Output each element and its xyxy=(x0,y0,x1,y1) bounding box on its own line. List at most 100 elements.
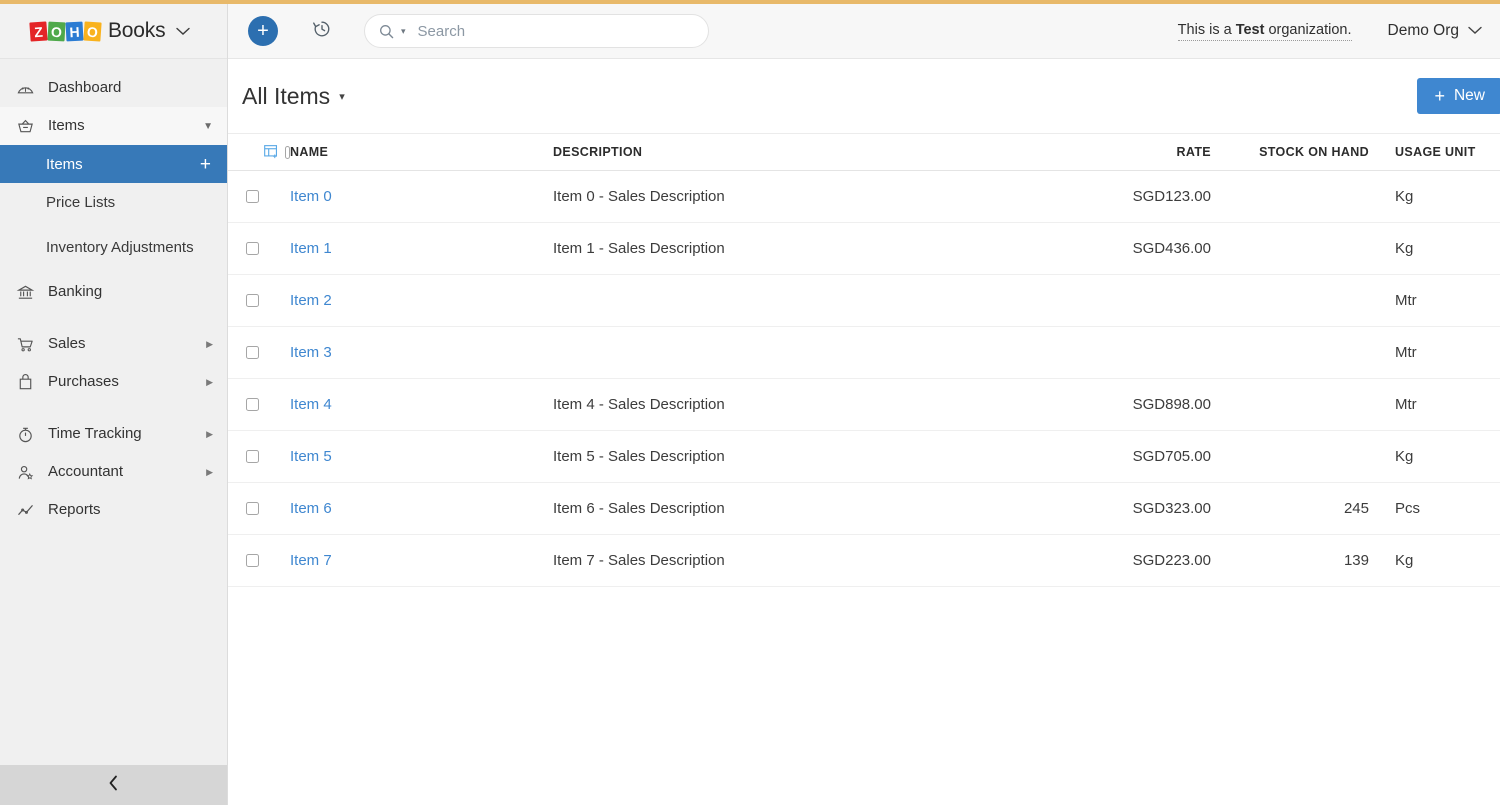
sidebar-item-price-lists[interactable]: Price Lists xyxy=(0,183,227,221)
cell-usage-unit: Pcs xyxy=(1383,482,1500,535)
logo-tile-h: H xyxy=(65,21,84,41)
zoho-logo: Z O H O Books xyxy=(29,19,166,43)
sidebar-item-time-tracking[interactable]: Time Tracking ▶ xyxy=(0,415,227,453)
item-name-link[interactable]: Item 3 xyxy=(290,344,332,361)
sidebar-item-banking[interactable]: Banking xyxy=(0,273,227,311)
cell-usage-unit: Kg xyxy=(1383,534,1500,587)
item-name-link[interactable]: Item 4 xyxy=(290,396,332,413)
top-accent-bar xyxy=(0,0,1500,4)
sidebar-collapse-button[interactable] xyxy=(0,765,227,805)
cell-name: Item 6 xyxy=(290,482,553,535)
row-select-cell xyxy=(228,534,290,587)
chevron-right-icon[interactable]: ▶ xyxy=(206,377,213,388)
chevron-right-icon[interactable]: ▶ xyxy=(206,467,213,478)
chevron-left-icon xyxy=(108,775,119,796)
row-checkbox[interactable] xyxy=(246,450,259,463)
zoho-logo-tiles: Z O H O xyxy=(29,20,102,42)
item-name-link[interactable]: Item 2 xyxy=(290,292,332,309)
header-rate[interactable]: RATE xyxy=(1023,133,1233,171)
table-row[interactable]: Item 6 Item 6 - Sales Description SGD323.0… xyxy=(228,482,1500,535)
history-button[interactable] xyxy=(309,18,335,44)
cell-usage-unit: Kg xyxy=(1383,430,1500,483)
row-checkbox[interactable] xyxy=(246,242,259,255)
cell-rate: SGD223.00 xyxy=(1023,534,1233,587)
history-clock-icon xyxy=(311,18,333,45)
cell-usage-unit: Mtr xyxy=(1383,274,1500,327)
test-organization-notice[interactable]: This is a Test organization. xyxy=(1177,22,1352,41)
time-tracking-stopwatch-icon xyxy=(14,423,36,445)
table-row[interactable]: Item 2 Mtr xyxy=(228,274,1500,327)
search-box[interactable]: ▾ xyxy=(364,14,709,48)
row-checkbox[interactable] xyxy=(246,294,259,307)
accountant-person-icon xyxy=(14,461,36,483)
sidebar-item-inventory-adjustments[interactable]: Inventory Adjustments xyxy=(0,221,227,273)
cell-description: Item 1 - Sales Description xyxy=(553,222,1023,275)
cell-rate: SGD123.00 xyxy=(1023,170,1233,223)
item-name-link[interactable]: Item 6 xyxy=(290,500,332,517)
chevron-down-icon[interactable] xyxy=(176,24,191,39)
cell-description xyxy=(553,326,1023,379)
chevron-right-icon[interactable]: ▶ xyxy=(206,429,213,440)
table-row[interactable]: Item 3 Mtr xyxy=(228,326,1500,379)
quick-add-button[interactable]: + xyxy=(248,16,278,46)
banking-bank-icon xyxy=(14,281,36,303)
table-row[interactable]: Item 1 Item 1 - Sales Description SGD436.0… xyxy=(228,222,1500,275)
row-checkbox[interactable] xyxy=(246,346,259,359)
sidebar-item-accountant[interactable]: Accountant ▶ xyxy=(0,453,227,491)
cell-rate: SGD898.00 xyxy=(1023,378,1233,431)
cell-rate: SGD323.00 xyxy=(1023,482,1233,535)
sidebar-item-reports[interactable]: Reports xyxy=(0,491,227,529)
new-item-button[interactable]: + New xyxy=(1417,78,1500,114)
row-checkbox[interactable] xyxy=(246,554,259,567)
row-checkbox[interactable] xyxy=(246,190,259,203)
header-name[interactable]: NAME xyxy=(290,133,553,171)
add-item-plus-icon[interactable]: + xyxy=(200,155,211,174)
table-row[interactable]: Item 5 Item 5 - Sales Description SGD705.0… xyxy=(228,430,1500,483)
cell-name: Item 4 xyxy=(290,378,553,431)
cell-description: Item 6 - Sales Description xyxy=(553,482,1023,535)
cell-stock-on-hand: 139 xyxy=(1233,534,1383,587)
organization-selector[interactable]: Demo Org xyxy=(1388,22,1483,40)
row-select-cell xyxy=(228,222,290,275)
row-select-cell xyxy=(228,274,290,327)
page-header: All Items ▾ + New xyxy=(228,59,1500,133)
search-input[interactable] xyxy=(417,22,694,40)
sidebar-nav: Dashboard Items ▼ Items + Price Lists In… xyxy=(0,59,227,765)
cell-name: Item 1 xyxy=(290,222,553,275)
item-name-link[interactable]: Item 1 xyxy=(290,240,332,257)
sidebar-item-sales[interactable]: Sales ▶ xyxy=(0,325,227,363)
row-checkbox[interactable] xyxy=(246,398,259,411)
items-basket-icon xyxy=(14,115,36,137)
search-scope-chevron-down-icon[interactable]: ▾ xyxy=(401,26,406,37)
table-row[interactable]: Item 4 Item 4 - Sales Description SGD898.0… xyxy=(228,378,1500,431)
sidebar: Z O H O Books Dashboard Items ▼ Items + … xyxy=(0,4,228,805)
header-usage-unit[interactable]: USAGE UNIT xyxy=(1383,133,1500,171)
chevron-right-icon[interactable]: ▶ xyxy=(206,339,213,350)
header-select-all xyxy=(228,133,290,171)
item-name-link[interactable]: Item 7 xyxy=(290,552,332,569)
sidebar-item-items[interactable]: Items ▼ xyxy=(0,107,227,145)
sidebar-item-items-sub[interactable]: Items + xyxy=(0,145,227,183)
table-row[interactable]: Item 0 Item 0 - Sales Description SGD123.0… xyxy=(228,170,1500,223)
chevron-down-icon[interactable]: ▼ xyxy=(203,121,213,132)
row-checkbox[interactable] xyxy=(246,502,259,515)
cell-rate xyxy=(1023,274,1233,327)
table-row[interactable]: Item 7 Item 7 - Sales Description SGD223.0… xyxy=(228,534,1500,587)
add-column-icon[interactable] xyxy=(264,145,279,159)
item-name-link[interactable]: Item 5 xyxy=(290,448,332,465)
cell-stock-on-hand xyxy=(1233,170,1383,223)
cell-stock-on-hand xyxy=(1233,222,1383,275)
sidebar-item-purchases[interactable]: Purchases ▶ xyxy=(0,363,227,401)
row-select-cell xyxy=(228,482,290,535)
cell-name: Item 3 xyxy=(290,326,553,379)
page-title-dropdown[interactable]: All Items ▾ xyxy=(242,83,345,110)
page-title: All Items xyxy=(242,82,331,109)
sidebar-item-dashboard[interactable]: Dashboard xyxy=(0,69,227,107)
header-description[interactable]: DESCRIPTION xyxy=(553,133,1023,171)
item-name-link[interactable]: Item 0 xyxy=(290,188,332,205)
header-stock-on-hand[interactable]: STOCK ON HAND xyxy=(1233,133,1383,171)
brand-logo[interactable]: Z O H O Books xyxy=(0,4,227,59)
sidebar-item-label: Items xyxy=(48,117,85,134)
